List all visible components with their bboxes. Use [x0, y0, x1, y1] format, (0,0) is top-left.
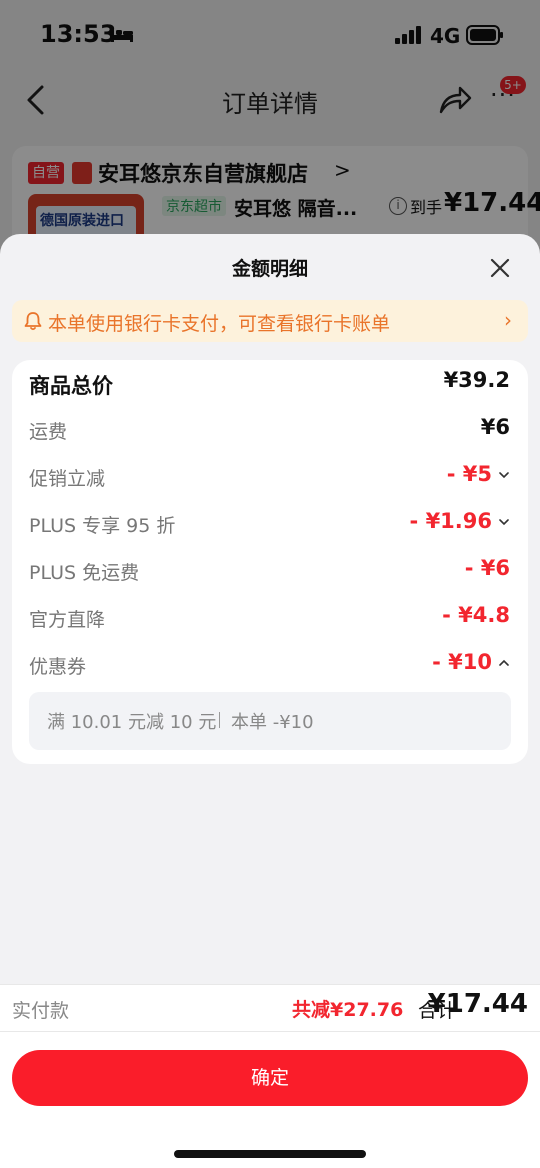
row-value: - ¥5 — [446, 462, 492, 486]
bell-icon — [24, 312, 42, 331]
row-label: 促销立减 — [29, 468, 106, 490]
row-shipping: 运费 ¥6 — [12, 411, 528, 451]
row-value: - ¥6 — [464, 556, 510, 580]
row-plus-free-shipping: PLUS 免运费 - ¥6 — [12, 552, 528, 592]
chevron-down-icon[interactable] — [498, 470, 510, 480]
divider — [219, 712, 220, 728]
close-icon[interactable] — [488, 256, 512, 280]
row-label: PLUS 免运费 — [29, 562, 140, 584]
chevron-down-icon[interactable] — [498, 517, 510, 527]
row-plus-discount[interactable]: PLUS 专享 95 折 - ¥1.96 — [12, 505, 528, 545]
row-label: PLUS 专享 95 折 — [29, 515, 176, 537]
row-value: ¥39.2 — [443, 368, 510, 392]
row-coupon[interactable]: 优惠券 - ¥10 — [12, 646, 528, 686]
confirm-button[interactable]: 确定 — [12, 1050, 528, 1106]
notice-arrow-icon: › — [504, 308, 512, 332]
row-value: - ¥1.96 — [409, 509, 492, 533]
row-label: 运费 — [29, 421, 68, 443]
paid-label: 实付款 — [12, 1000, 70, 1022]
row-promotion[interactable]: 促销立减 - ¥5 — [12, 458, 528, 498]
sheet-title: 金额明细 — [231, 258, 308, 280]
row-value: - ¥10 — [432, 650, 492, 674]
coupon-detail: 满 10.01 元减 10 元 本单 -¥10 — [29, 692, 511, 750]
row-goods-total: 商品总价 ¥39.2 — [12, 364, 528, 404]
row-official-cut: 官方直降 - ¥4.8 — [12, 599, 528, 639]
amount-detail-sheet: 金额明细 本单使用银行卡支付，可查看银行卡账单 › 商品总价 ¥39.2 运费 … — [0, 234, 540, 1168]
amount-detail-card: 商品总价 ¥39.2 运费 ¥6 促销立减 - ¥5 PLUS 专享 95 折 … — [12, 360, 528, 764]
chevron-up-icon[interactable] — [498, 658, 510, 668]
row-value: ¥6 — [480, 415, 510, 439]
row-label: 官方直降 — [29, 609, 106, 631]
row-label: 优惠券 — [29, 656, 87, 678]
home-indicator[interactable] — [174, 1150, 366, 1158]
row-label: 商品总价 — [29, 374, 113, 398]
summary-bar: 实付款 共减¥27.76 合计 ¥17.44 — [0, 984, 540, 1032]
bank-card-notice[interactable]: 本单使用银行卡支付，可查看银行卡账单 › — [12, 300, 528, 342]
coupon-this-order: 本单 -¥10 — [231, 712, 314, 733]
sheet-footer: 确定 — [0, 1032, 540, 1168]
total-value: ¥17.44 — [427, 989, 528, 1019]
row-value: - ¥4.8 — [442, 603, 510, 627]
coupon-rule: 满 10.01 元减 10 元 — [47, 712, 217, 733]
notice-text: 本单使用银行卡支付，可查看银行卡账单 — [48, 313, 391, 335]
sheet-header: 金额明细 — [0, 234, 540, 300]
total-saved: 共减¥27.76 — [292, 999, 404, 1021]
